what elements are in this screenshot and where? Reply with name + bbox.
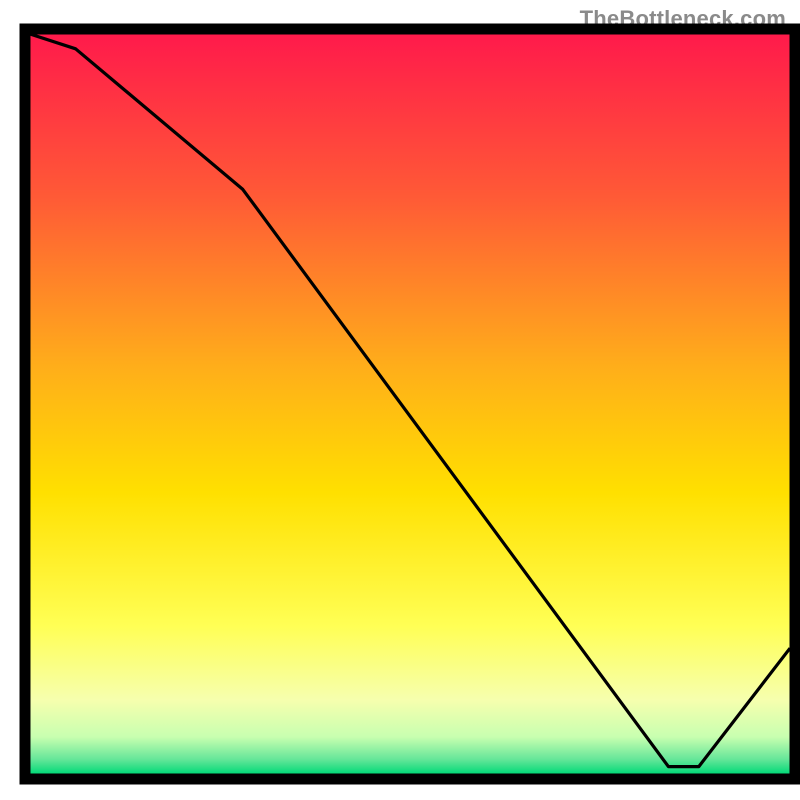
plot-gradient-bg bbox=[30, 34, 790, 774]
bottleneck-chart bbox=[0, 0, 800, 800]
